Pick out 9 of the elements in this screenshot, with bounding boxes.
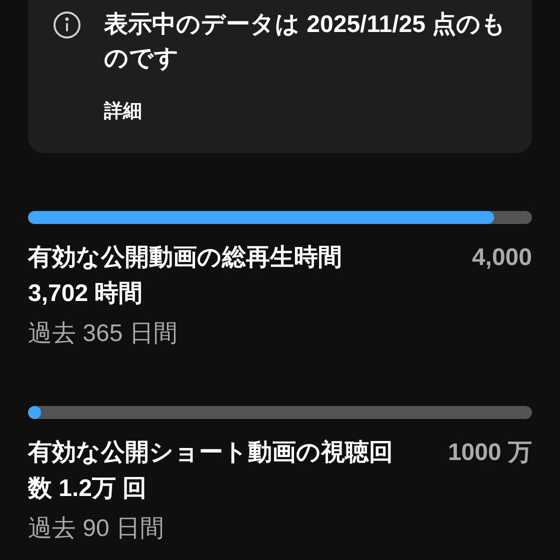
info-icon (52, 10, 82, 40)
metric-target: 1000 万 (448, 438, 532, 468)
details-link[interactable]: 詳細 (104, 98, 526, 126)
metric-label: 有効な公開ショート動画の視聴回数 1.2万 回 (28, 438, 393, 504)
notice-text: 表示中のデータは 2025/11/25 点のものです (104, 10, 508, 74)
metric-label: 有効な公開動画の総再生時間 3,702 時間 (28, 242, 343, 308)
metric-period: 過去 90 日間 (28, 514, 166, 544)
metric-period: 過去 365 日間 (28, 318, 178, 348)
metric-target: 4,000 (472, 242, 532, 272)
